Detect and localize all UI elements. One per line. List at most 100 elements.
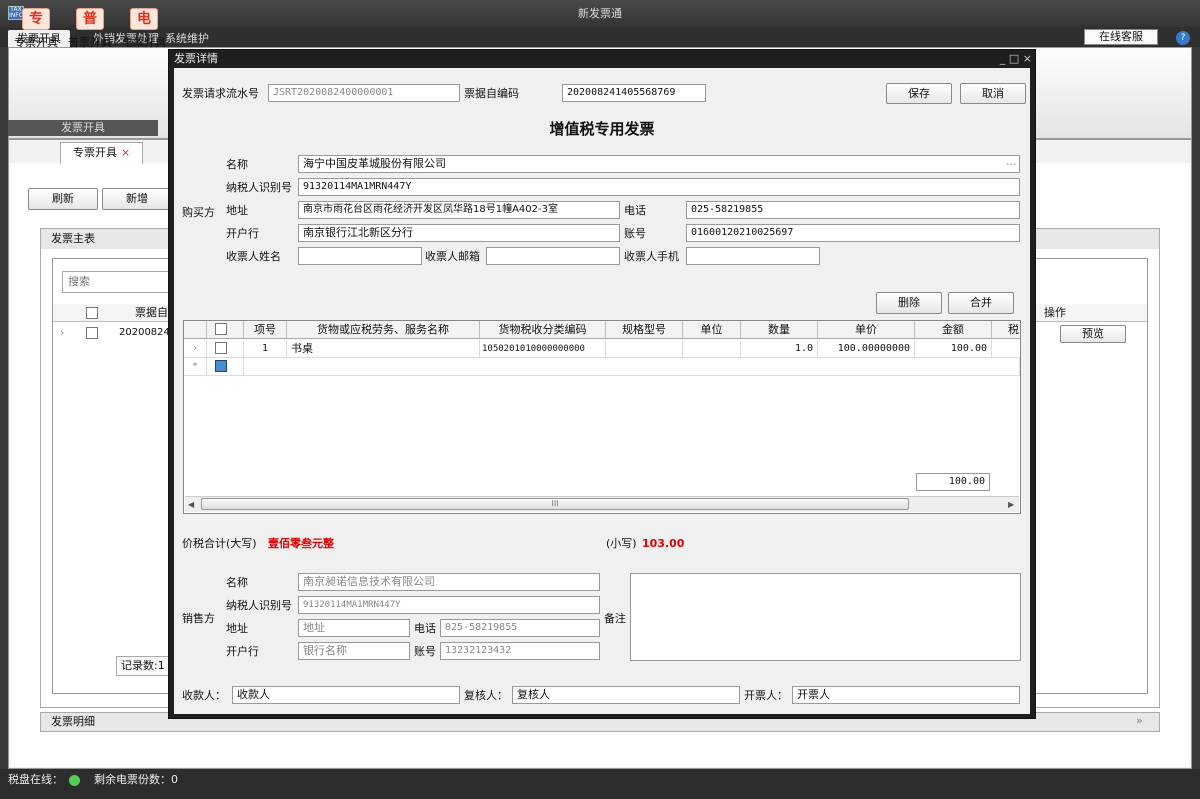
seller-name-field[interactable]: 南京昶诺信息技术有限公司 — [298, 573, 600, 591]
col-header-code: 票据自 — [135, 306, 168, 319]
item-row-check-cell — [207, 340, 244, 358]
items-header-tax: 税 — [992, 321, 1020, 339]
records-count: 记录数:1 — [116, 656, 172, 676]
preview-button[interactable]: 预览 — [1060, 325, 1126, 343]
e-invoice-label: 电票开具 — [122, 36, 166, 49]
dialog-window-controls[interactable]: _ □ × — [976, 50, 1032, 67]
cancel-button[interactable]: 取消 — [960, 83, 1026, 104]
receiver-phone-label: 收票人手机 — [624, 250, 679, 263]
seller-account-field[interactable]: 13232123432 — [440, 642, 600, 660]
self-code-field[interactable]: 202008241405568769 — [562, 84, 706, 102]
select-all-checkbox[interactable] — [86, 307, 98, 319]
status-bar: 税盘在线： 剩余电票份数：0 — [0, 769, 1200, 799]
buyer-name-field[interactable]: 海宁中国皮革城股份有限公司 — [298, 155, 1020, 173]
new-row-empty[interactable] — [244, 358, 1020, 376]
doc-tab-special-invoice[interactable]: 专票开具 × — [60, 142, 143, 164]
item-tax[interactable] — [992, 340, 1020, 358]
buyer-phone-field[interactable]: 025-58219855 — [686, 201, 1020, 219]
normal-invoice-button[interactable]: 普 普票开具 — [64, 8, 116, 50]
item-spec[interactable] — [606, 340, 683, 358]
item-no[interactable]: 1 — [244, 340, 287, 358]
seller-account-label: 账号 — [414, 645, 436, 658]
search-input[interactable] — [62, 271, 172, 293]
buyer-phone-label: 电话 — [624, 204, 646, 217]
save-button[interactable]: 保存 — [886, 83, 952, 104]
expand-chevron-icon[interactable]: » — [1136, 713, 1143, 729]
buyer-section-label: 购买方 — [182, 206, 215, 219]
buyer-name-more-icon[interactable]: ··· — [1006, 157, 1017, 173]
seller-tax-id-field[interactable]: 91320114MA1MRN447Y — [298, 596, 600, 614]
buyer-account-field[interactable]: 01600120210025697 — [686, 224, 1020, 242]
serial-label: 发票请求流水号 — [182, 87, 259, 100]
normal-invoice-icon: 普 — [76, 8, 104, 30]
items-header-check — [207, 321, 244, 339]
seller-bank-field[interactable]: 银行名称 — [298, 642, 410, 660]
drawer-label: 开票人： — [744, 689, 788, 702]
close-icon[interactable]: × — [121, 146, 130, 159]
buyer-tax-id-field[interactable]: 91320114MA1MRN447Y — [298, 178, 1020, 196]
items-header-no: 项号 — [244, 321, 287, 339]
total-lower-value: 103.00 — [642, 537, 685, 550]
items-header-code: 货物税收分类编码 — [480, 321, 606, 339]
buyer-bank-field[interactable]: 南京银行江北新区分行 — [298, 224, 620, 242]
item-qty[interactable]: 1.0 — [741, 340, 818, 358]
online-status-icon — [69, 774, 80, 786]
scroll-thumb[interactable]: III — [201, 498, 909, 510]
buyer-tax-id-label: 纳税人识别号 — [226, 181, 292, 194]
remaining-count: 剩余电票份数：0 — [94, 773, 178, 786]
drawer-field[interactable]: 开票人 — [792, 686, 1020, 704]
merge-rows-button[interactable]: 合并 — [948, 292, 1014, 314]
disk-status-label: 税盘在线： — [8, 773, 63, 786]
row-checkbox[interactable] — [86, 327, 98, 339]
receiver-name-field[interactable] — [298, 247, 422, 265]
seller-phone-field[interactable]: 025-58219855 — [440, 619, 600, 637]
col-header-action: 操作 — [1044, 306, 1066, 319]
window-title-bar: 新发票通 — [0, 0, 1200, 27]
seller-name-label: 名称 — [226, 576, 248, 589]
items-header-name: 货物或应税劳务、服务名称 — [287, 321, 480, 339]
refresh-button[interactable]: 刷新 — [28, 188, 98, 210]
payee-field[interactable]: 收款人 — [232, 686, 460, 704]
e-invoice-icon: 电 — [130, 8, 158, 30]
items-header-spec: 规格型号 — [606, 321, 683, 339]
item-row-expand-icon[interactable]: › — [184, 340, 207, 358]
remark-textarea[interactable] — [630, 573, 1021, 661]
doc-tab-label: 专票开具 — [73, 146, 117, 159]
receiver-name-label: 收票人姓名 — [226, 250, 281, 263]
item-name[interactable]: 书桌 — [287, 340, 480, 358]
reviewer-field[interactable]: 复核人 — [512, 686, 740, 704]
new-row-checkbox[interactable] — [215, 360, 227, 372]
item-unit[interactable] — [683, 340, 741, 358]
add-button[interactable]: 新增 — [102, 188, 172, 210]
delete-row-button[interactable]: 删除 — [876, 292, 942, 314]
online-service-button[interactable]: 在线客服 — [1084, 29, 1158, 45]
item-price[interactable]: 100.00000000 — [818, 340, 915, 358]
seller-address-field[interactable]: 地址 — [298, 619, 410, 637]
help-icon[interactable]: ? — [1176, 31, 1190, 45]
buyer-bank-label: 开户行 — [226, 227, 259, 240]
seller-phone-label: 电话 — [414, 622, 436, 635]
receiver-phone-field[interactable] — [686, 247, 820, 265]
item-row-checkbox[interactable] — [215, 342, 227, 354]
e-invoice-button[interactable]: 电 电票开具 — [118, 8, 170, 50]
serial-field[interactable]: JSRT2020082400000001 — [268, 84, 460, 102]
buyer-account-label: 账号 — [624, 227, 646, 240]
buyer-address-field[interactable]: 南京市雨花台区雨花经济开发区凤华路18号1幢A402-3室 — [298, 201, 620, 219]
new-row-icon: * — [184, 358, 207, 376]
special-invoice-button[interactable]: 专 专票开具 — [10, 8, 62, 50]
items-header-amount: 金额 — [915, 321, 992, 339]
detail-panel-title: 发票明细 — [51, 715, 95, 728]
scroll-left-icon[interactable]: ◀ — [188, 497, 194, 513]
item-code[interactable]: 1050201010000000000 — [480, 340, 606, 358]
buyer-address-label: 地址 — [226, 204, 248, 217]
row-expand-icon[interactable]: › — [60, 325, 64, 341]
items-select-all-checkbox[interactable] — [215, 323, 227, 335]
receiver-email-field[interactable] — [486, 247, 620, 265]
scroll-right-icon[interactable]: ▶ — [1008, 497, 1014, 513]
window-title: 新发票通 — [578, 7, 622, 20]
items-header-price: 单价 — [818, 321, 915, 339]
payee-label: 收款人： — [182, 689, 226, 702]
invoice-title: 增值税专用发票 — [549, 120, 655, 138]
normal-invoice-label: 普票开具 — [68, 36, 112, 49]
item-amount[interactable]: 100.00 — [915, 340, 992, 358]
